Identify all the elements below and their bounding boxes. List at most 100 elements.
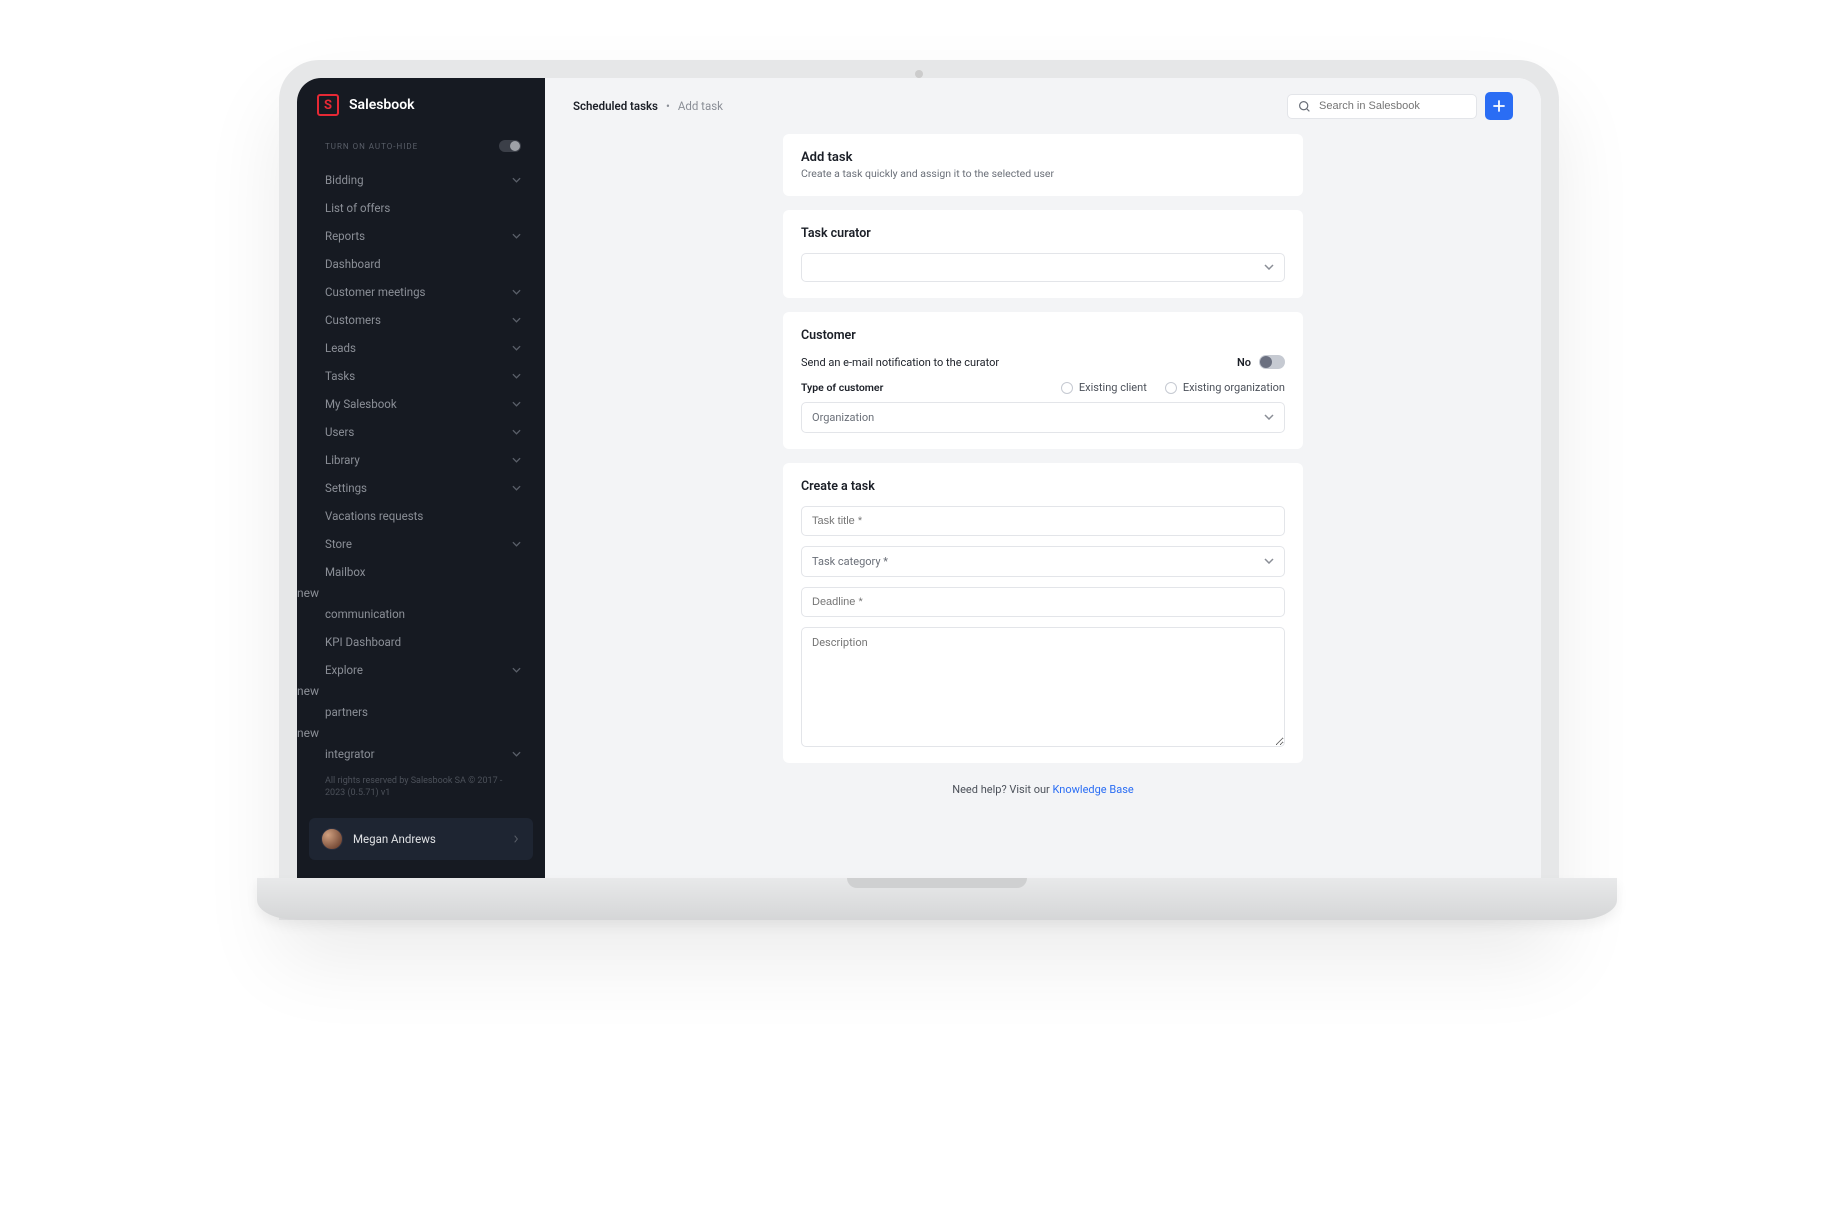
help-prefix: Need help? Visit our (952, 783, 1052, 796)
sidebar-item-reports[interactable]: Reports (297, 222, 545, 250)
card-task-curator: Task curator (783, 210, 1303, 298)
curator-select[interactable] (801, 253, 1285, 282)
knowledge-base-link[interactable]: Knowledge Base (1053, 783, 1134, 796)
radio-existing-client[interactable]: Existing client (1061, 381, 1147, 394)
task-category-placeholder: Task category * (812, 555, 888, 568)
chevron-down-icon (511, 315, 521, 325)
chevron-down-icon (511, 749, 521, 759)
sidebar-item-kpi-dashboard[interactable]: KPI Dashboard (297, 628, 545, 656)
sidebar-item-integrator[interactable]: integrator (297, 740, 545, 765)
chevron-right-icon (511, 834, 521, 844)
sidebar-item-vacations-requests[interactable]: Vacations requests (297, 502, 545, 530)
radio-icon (1165, 382, 1177, 394)
sidebar-item-mailbox[interactable]: Mailbox (297, 558, 545, 586)
chevron-down-icon (511, 483, 521, 493)
brand-name: Salesbook (349, 97, 415, 113)
type-of-customer-label: Type of customer (801, 381, 883, 394)
sidebar-item-library[interactable]: Library (297, 446, 545, 474)
sidebar-item-dashboard[interactable]: Dashboard (297, 250, 545, 278)
chevron-down-icon (511, 539, 521, 549)
sidebar-item-list-of-offers[interactable]: List of offers (297, 194, 545, 222)
sidebar-item-label: Bidding (325, 173, 364, 187)
task-category-select[interactable]: Task category * (801, 546, 1285, 577)
customer-type-radio-group: Existing client Existing organization (1061, 381, 1285, 394)
create-task-title: Create a task (801, 479, 1285, 494)
chevron-down-icon (511, 231, 521, 241)
card-customer: Customer Send an e-mail notification to … (783, 312, 1303, 449)
new-badge: new (297, 726, 319, 740)
sidebar-item-users[interactable]: Users (297, 418, 545, 446)
chevron-down-icon (511, 175, 521, 185)
card-create-task: Create a task Task category * (783, 463, 1303, 763)
new-badge: new (297, 586, 319, 600)
task-title-input[interactable] (801, 506, 1285, 536)
sidebar-item-label: Customer meetings (325, 285, 426, 299)
brand-logo[interactable]: S Salesbook (297, 78, 545, 132)
help-footer: Need help? Visit our Knowledge Base (952, 783, 1133, 796)
topbar: Scheduled tasks • Add task (545, 78, 1541, 134)
radio-icon (1061, 382, 1073, 394)
laptop-frame: S Salesbook TURN ON AUTO-HIDE Bidding Lis… (279, 60, 1559, 920)
sidebar-nav: Bidding List of offers Reports Dashboard Cus… (297, 166, 545, 765)
notify-toggle[interactable] (1259, 355, 1285, 369)
chevron-down-icon (1264, 262, 1274, 273)
breadcrumb-current: Add task (678, 99, 723, 113)
avatar (321, 828, 343, 850)
customer-title: Customer (801, 328, 1285, 343)
sidebar-item-settings[interactable]: Settings (297, 474, 545, 502)
sidebar-item-communication[interactable]: communication (297, 600, 545, 628)
sidebar-item-label: Users (325, 425, 354, 439)
chevron-down-icon (511, 343, 521, 353)
sidebar-item-label: List of offers (325, 201, 390, 215)
curator-title: Task curator (801, 226, 1285, 241)
autohide-label: TURN ON AUTO-HIDE (325, 142, 418, 151)
description-textarea[interactable] (801, 627, 1285, 747)
chevron-down-icon (511, 371, 521, 381)
sidebar-item-label: Store (325, 537, 352, 551)
sidebar-item-label: communication (325, 607, 405, 621)
screen: S Salesbook TURN ON AUTO-HIDE Bidding Lis… (297, 78, 1541, 878)
breadcrumb-sep: • (666, 99, 670, 113)
breadcrumb-parent[interactable]: Scheduled tasks (573, 99, 658, 113)
sidebar-item-label: Vacations requests (325, 509, 423, 523)
plus-icon (1493, 100, 1505, 112)
search-box[interactable] (1287, 94, 1477, 119)
autohide-toggle[interactable] (499, 140, 521, 152)
sidebar-item-label: Customers (325, 313, 381, 327)
sidebar-item-store[interactable]: Store (297, 530, 545, 558)
brand-mark: S (317, 94, 339, 116)
sidebar-item-label: Library (325, 453, 360, 467)
user-card[interactable]: Megan Andrews (309, 818, 533, 860)
chevron-down-icon (1264, 556, 1274, 567)
content: Add task Create a task quickly and assig… (545, 134, 1541, 878)
search-input[interactable] (1319, 100, 1466, 112)
customer-type-select[interactable]: Organization (801, 402, 1285, 433)
radio-existing-organization[interactable]: Existing organization (1165, 381, 1285, 394)
add-button[interactable] (1485, 92, 1513, 120)
sidebar-item-label: Explore (325, 663, 363, 677)
sidebar-item-customer-meetings[interactable]: Customer meetings (297, 278, 545, 306)
new-badge: new (297, 684, 319, 698)
chevron-down-icon (511, 427, 521, 437)
sidebar-item-leads[interactable]: Leads (297, 334, 545, 362)
radio-label: Existing organization (1183, 381, 1285, 394)
page-title: Add task (801, 150, 1285, 165)
top-actions (1287, 92, 1513, 120)
sidebar: S Salesbook TURN ON AUTO-HIDE Bidding Lis… (297, 78, 545, 878)
sidebar-item-my-salesbook[interactable]: My Salesbook (297, 390, 545, 418)
customer-type-value: Organization (812, 411, 874, 424)
sidebar-item-partners[interactable]: partners (297, 698, 545, 726)
autohide-row: TURN ON AUTO-HIDE (297, 132, 545, 166)
sidebar-item-customers[interactable]: Customers (297, 306, 545, 334)
sidebar-item-explore[interactable]: Explore (297, 656, 545, 684)
sidebar-item-bidding[interactable]: Bidding (297, 166, 545, 194)
breadcrumb: Scheduled tasks • Add task (573, 99, 723, 113)
webcam-notch (915, 70, 923, 78)
laptop-base (257, 878, 1617, 920)
page-subtitle: Create a task quickly and assign it to t… (801, 167, 1285, 180)
sidebar-item-tasks[interactable]: Tasks (297, 362, 545, 390)
deadline-input[interactable] (801, 587, 1285, 617)
notify-label: Send an e-mail notification to the curat… (801, 356, 999, 369)
sidebar-item-label: Dashboard (325, 257, 381, 271)
chevron-down-icon (511, 665, 521, 675)
